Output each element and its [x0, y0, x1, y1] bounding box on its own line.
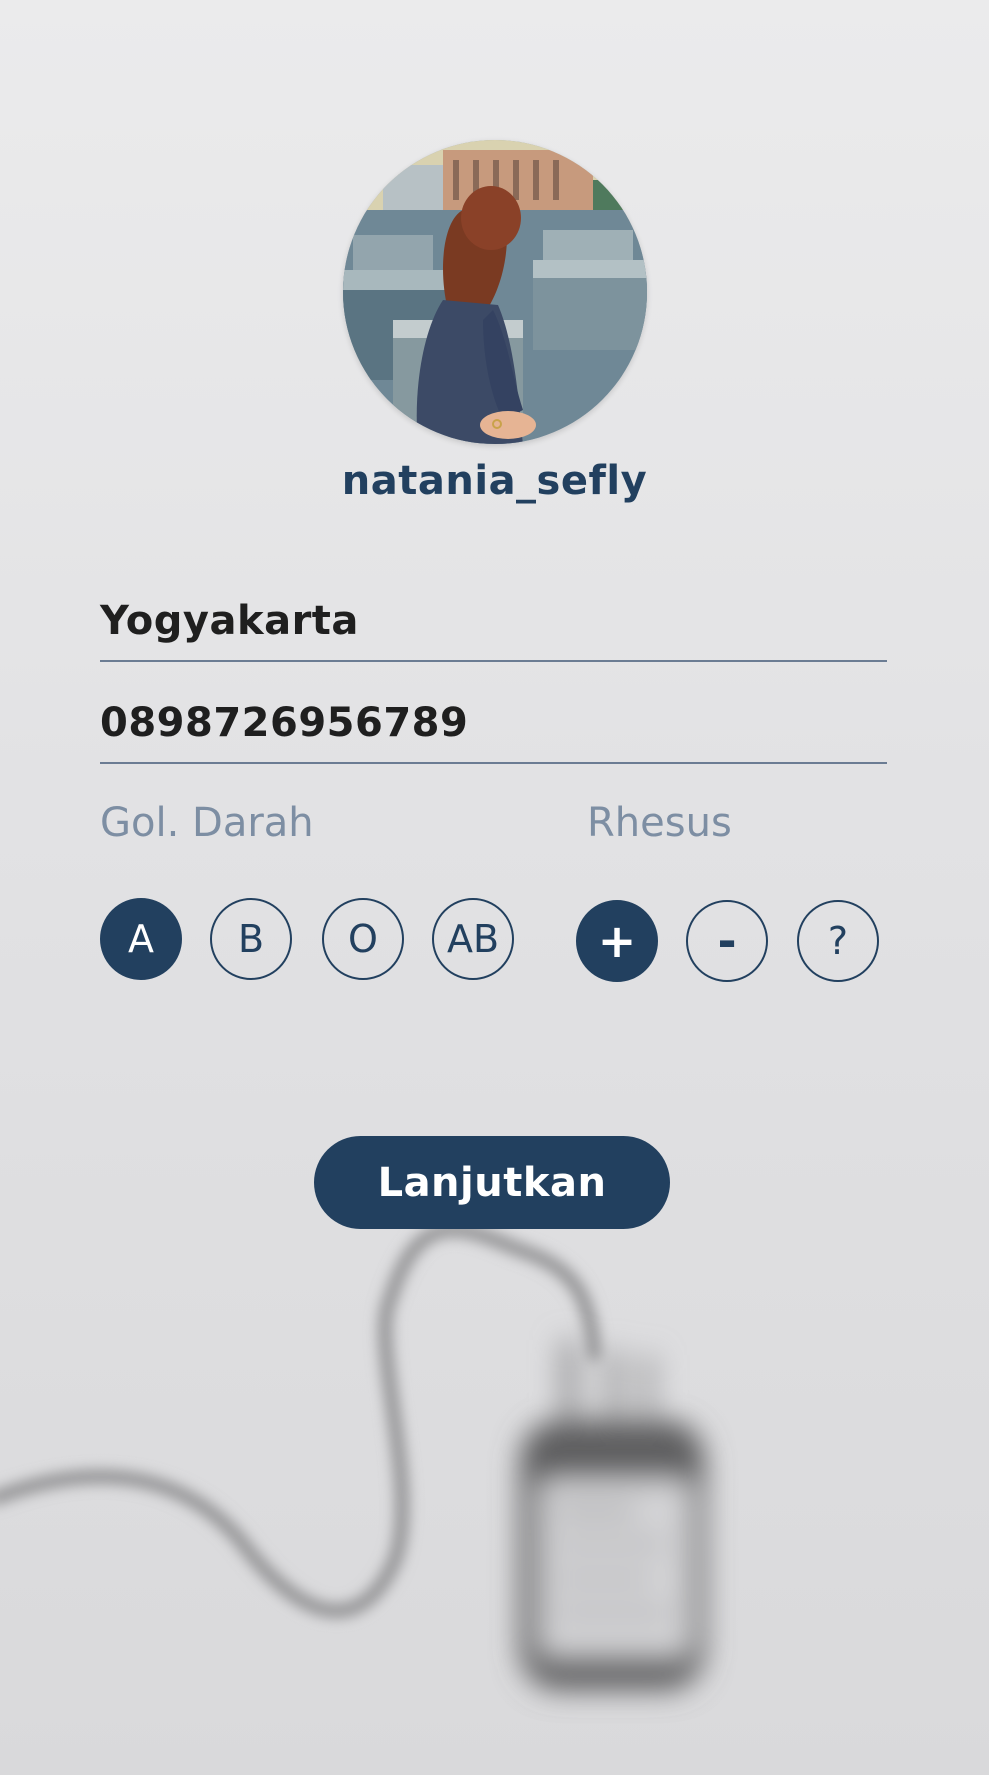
rhesus-option-unknown[interactable]: ?	[797, 900, 879, 982]
city-field[interactable]: Yogyakarta	[100, 584, 887, 662]
blood-type-option-ab[interactable]: AB	[432, 898, 514, 980]
rhesus-option-negative[interactable]: -	[686, 900, 768, 982]
blood-type-option-o[interactable]: O	[322, 898, 404, 980]
phone-field[interactable]: 0898726956789	[100, 686, 887, 764]
rhesus-label: Rhesus	[587, 800, 732, 846]
profile-photo-icon	[343, 140, 647, 444]
blood-type-label: Gol. Darah	[100, 800, 314, 846]
phone-value: 0898726956789	[100, 700, 469, 746]
city-value: Yogyakarta	[100, 598, 359, 644]
rhesus-option-positive[interactable]: +	[576, 900, 658, 982]
username: natania_sefly	[341, 458, 648, 504]
continue-button[interactable]: Lanjutkan	[314, 1136, 670, 1229]
profile-avatar[interactable]	[343, 140, 647, 444]
blood-type-option-b[interactable]: B	[210, 898, 292, 980]
blood-type-option-a[interactable]: A	[100, 898, 182, 980]
